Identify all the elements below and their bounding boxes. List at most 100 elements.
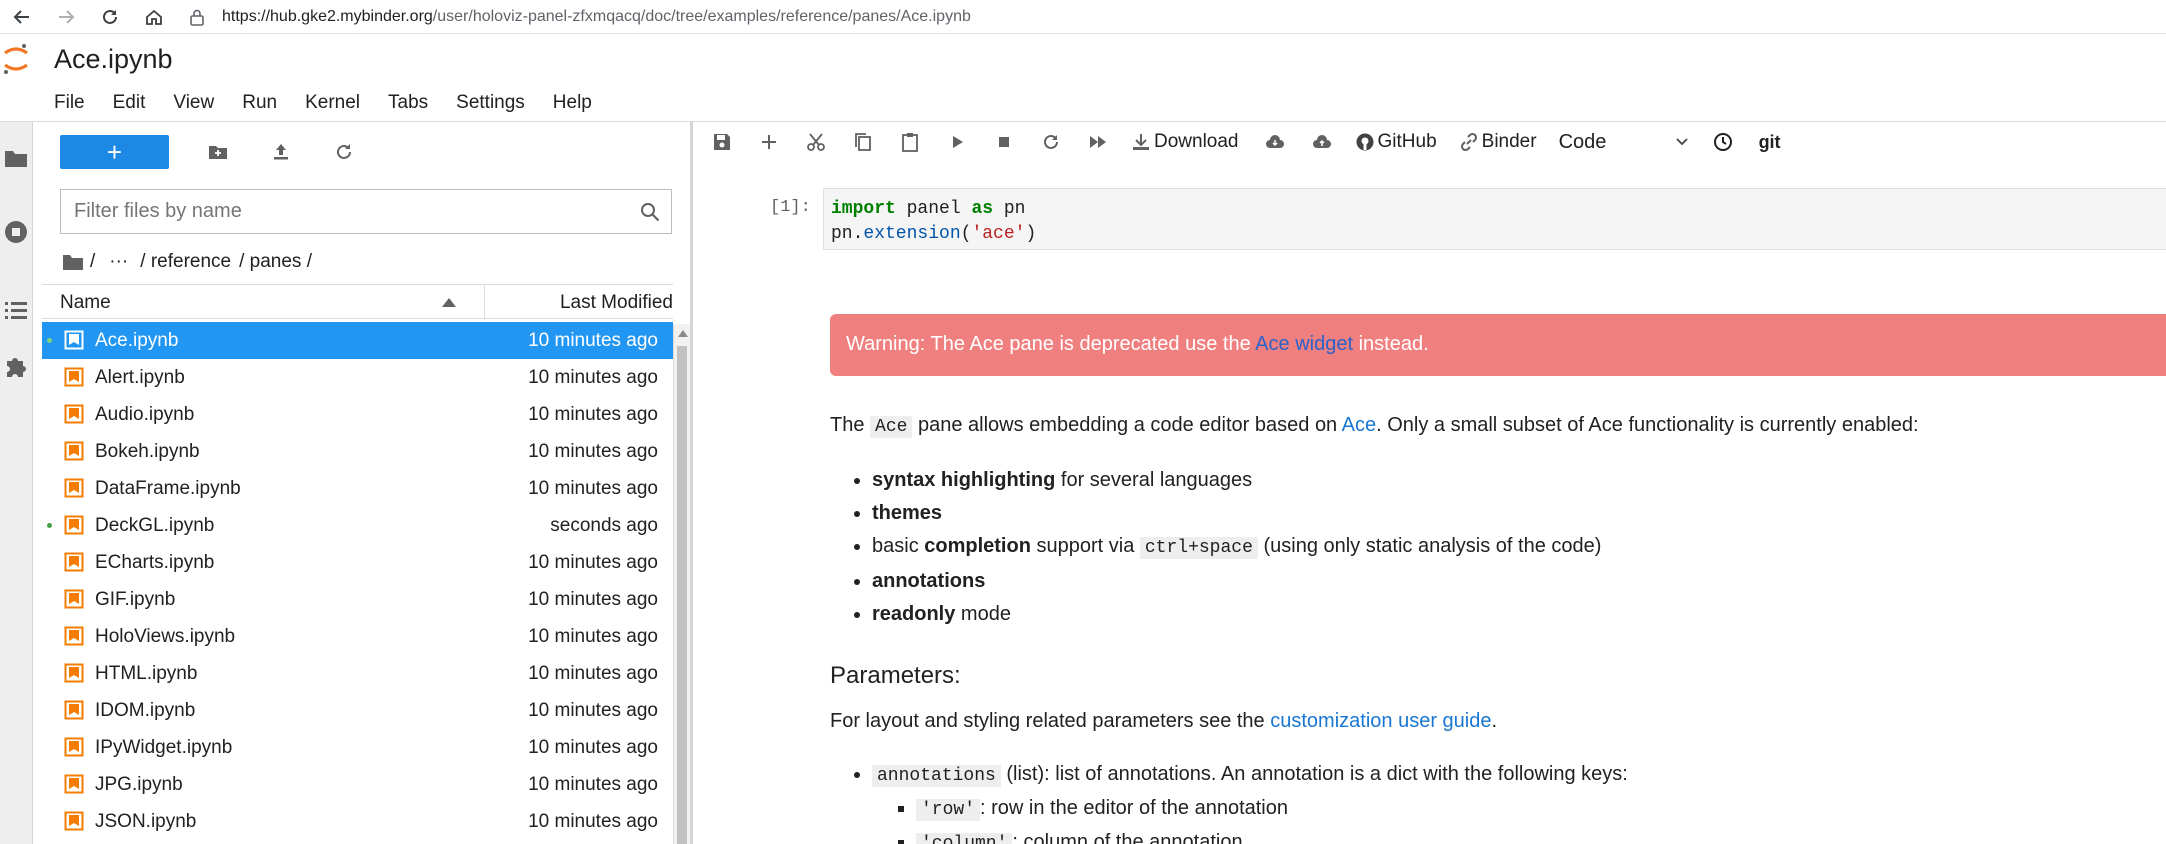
cell-type-select[interactable]: Code [1559, 128, 1689, 156]
menu-run[interactable]: Run [228, 90, 291, 116]
cut-cell-button[interactable] [802, 128, 830, 156]
file-browser-tab[interactable] [2, 144, 30, 172]
forward-button[interactable] [44, 0, 88, 34]
file-row[interactable]: ECharts.ipynb 10 minutes ago [42, 544, 673, 581]
cloud-download-button[interactable] [1261, 128, 1289, 156]
file-row[interactable]: IDOM.ipynb 10 minutes ago [42, 692, 673, 729]
git-button[interactable]: git [1756, 128, 1784, 156]
file-row[interactable]: Alert.ipynb 10 minutes ago [42, 359, 673, 396]
breadcrumb-root[interactable]: / [90, 251, 95, 273]
filter-files-input[interactable] [74, 200, 634, 223]
table-of-contents-tab[interactable] [2, 296, 30, 324]
reload-button[interactable] [88, 0, 132, 34]
scrollbar-thumb[interactable] [677, 346, 687, 844]
file-row[interactable]: Audio.ipynb 10 minutes ago [42, 396, 673, 433]
warning-text: Warning: The Ace pane is deprecated use … [846, 333, 1256, 355]
fast-forward-icon [1090, 136, 1106, 148]
run-cell-button[interactable] [943, 128, 971, 156]
notebook-file-icon [64, 811, 84, 831]
file-name: DeckGL.ipynb [95, 515, 215, 536]
file-name: JSON.ipynb [95, 811, 197, 832]
code-pn: pn [993, 199, 1026, 219]
inline-code-row: 'row' [916, 799, 981, 821]
refresh-button[interactable] [330, 138, 358, 166]
file-row[interactable]: DeckGL.ipynb seconds ago [42, 507, 673, 544]
feature-syntax: syntax highlighting [872, 469, 1056, 491]
code-extension: extension [863, 224, 961, 244]
customization-guide-link[interactable]: customization user guide [1270, 710, 1491, 732]
file-row[interactable]: HoloViews.ipynb 10 minutes ago [42, 618, 673, 655]
column-last-modified[interactable]: Last Modified [560, 292, 673, 314]
notebook-file-icon [64, 515, 84, 535]
menu-view[interactable]: View [159, 90, 228, 116]
paste-cell-button[interactable] [896, 128, 924, 156]
file-row[interactable]: DataFrame.ipynb 10 minutes ago [42, 470, 673, 507]
reload-icon [103, 9, 117, 24]
code-editor[interactable]: import panel as pn pn.extension('ace') [823, 188, 2166, 250]
breadcrumb-panes[interactable]: / panes / [239, 251, 312, 273]
running-sessions-tab[interactable] [2, 218, 30, 246]
back-button[interactable] [0, 0, 44, 34]
cell-type-value: Code [1558, 130, 1607, 153]
file-row[interactable]: Ace.ipynb 10 minutes ago [42, 322, 673, 359]
restart-kernel-button[interactable] [1037, 128, 1065, 156]
extension-manager-tab[interactable] [2, 352, 30, 380]
interrupt-kernel-button[interactable] [990, 128, 1018, 156]
menu-edit[interactable]: Edit [99, 90, 160, 116]
jupyter-logo-icon [4, 44, 28, 74]
time-travel-button[interactable] [1709, 128, 1737, 156]
ace-link[interactable]: Ace [1342, 414, 1376, 436]
github-button[interactable]: GitHub [1355, 128, 1437, 156]
notebook-toolbar: Download GitHub Binder Code git [693, 122, 2166, 162]
search-icon [641, 203, 660, 222]
copy-cell-button[interactable] [849, 128, 877, 156]
menu-tabs[interactable]: Tabs [374, 90, 442, 116]
scroll-up-icon[interactable] [678, 330, 688, 337]
sort-ascending-icon[interactable] [442, 298, 456, 307]
address-bar[interactable]: https://hub.gke2.mybinder.org/user/holov… [188, 5, 971, 29]
code-pn-obj: pn. [831, 224, 864, 244]
params-text-end: . [1491, 710, 1498, 732]
ace-widget-link[interactable]: Ace widget [1255, 333, 1353, 355]
browser-toolbar: https://hub.gke2.mybinder.org/user/holov… [0, 0, 2166, 34]
inline-code-annotations: annotations [872, 765, 1001, 787]
file-row[interactable]: Bokeh.ipynb 10 minutes ago [42, 433, 673, 470]
column-divider[interactable] [484, 285, 485, 320]
file-row[interactable]: HTML.ipynb 10 minutes ago [42, 655, 673, 692]
file-row[interactable]: IPyWidget.ipynb 10 minutes ago [42, 729, 673, 766]
restart-run-all-button[interactable] [1084, 128, 1112, 156]
breadcrumb-reference[interactable]: / reference [140, 251, 231, 273]
insert-cell-button[interactable] [755, 128, 783, 156]
file-modified: 10 minutes ago [528, 811, 658, 832]
column-name[interactable]: Name [60, 292, 111, 314]
menu-settings[interactable]: Settings [442, 90, 539, 116]
root-folder-icon[interactable] [62, 252, 84, 272]
new-folder-button[interactable] [204, 138, 232, 166]
new-launcher-button[interactable]: + [60, 135, 169, 169]
upload-icon [274, 144, 288, 160]
notebook-file-icon [64, 441, 84, 461]
annotation-keys-list: 'row': row in the editor of the annotati… [916, 792, 1288, 844]
home-button[interactable] [132, 0, 176, 34]
parameters-intro: For layout and styling related parameter… [830, 710, 1497, 733]
file-row[interactable]: JPG.ipynb 10 minutes ago [42, 766, 673, 803]
notebook-file-icon [64, 330, 84, 350]
menu-file[interactable]: File [40, 90, 99, 116]
save-button[interactable] [708, 128, 736, 156]
keyword-as: as [971, 199, 994, 219]
file-row[interactable]: JSON.ipynb 10 minutes ago [42, 803, 673, 840]
binder-button[interactable]: Binder [1459, 128, 1537, 156]
cloud-download-icon [1265, 135, 1284, 148]
menu-help[interactable]: Help [539, 90, 606, 116]
cloud-upload-button[interactable] [1308, 128, 1336, 156]
file-list-scrollbar[interactable] [673, 324, 690, 844]
code-panel: panel [895, 199, 972, 219]
download-button[interactable]: Download [1131, 128, 1239, 156]
menu-kernel[interactable]: Kernel [291, 90, 374, 116]
feature-text: (using only static analysis of the code) [1257, 535, 1602, 557]
file-row[interactable]: GIF.ipynb 10 minutes ago [42, 581, 673, 618]
github-label: GitHub [1377, 131, 1437, 152]
breadcrumb-ellipsis[interactable]: ··· [109, 251, 128, 273]
upload-button[interactable] [267, 138, 295, 166]
cloud-upload-icon [1312, 135, 1331, 148]
